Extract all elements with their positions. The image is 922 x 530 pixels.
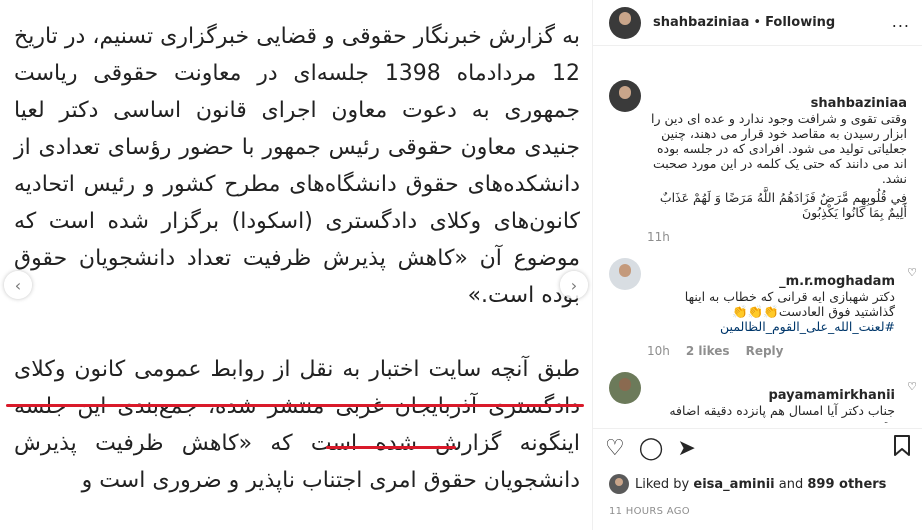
avatar[interactable] [609, 474, 629, 494]
post-timestamp[interactable]: 11 HOURS AGO [609, 506, 690, 517]
comment-meta: 11h [647, 230, 907, 244]
post-sidebar: shahbaziniaa • Following ... shahbazinia… [592, 0, 922, 530]
bookmark-icon[interactable] [893, 435, 911, 462]
comment-body: payamamirkhanii جناب دکتر آیا امسال هم پ… [647, 372, 907, 424]
article-paragraph-2: طبق آنچه سایت اختبار به نقل از روابط عمو… [14, 357, 580, 493]
highlight-underline-2 [326, 446, 456, 449]
separator-dot: • [753, 15, 762, 30]
avatar[interactable] [609, 258, 641, 290]
caption-body: shahbaziniaa وقتی تقوی و شرافت وجود ندار… [647, 80, 907, 186]
chevron-right-icon: › [570, 275, 578, 295]
caption-comment: shahbaziniaa وقتی تقوی و شرافت وجود ندار… [593, 80, 922, 244]
avatar[interactable] [609, 6, 641, 39]
comment-icon[interactable]: ◯ [639, 437, 664, 460]
comment-text: جناب دکتر آیا امسال هم پانزده دقیقه اضاف… [669, 403, 895, 424]
reply-button[interactable]: Reply [746, 344, 784, 358]
comment-meta: 10h 2 likes Reply [647, 344, 907, 358]
likes-prefix: Liked by [635, 476, 690, 492]
heart-icon[interactable]: ♡ [605, 437, 625, 460]
caption-text: وقتی تقوی و شرافت وجود ندارد و عده ای دی… [651, 111, 907, 186]
likes-summary: Liked by eisa_aminii and 899 others [609, 474, 886, 494]
likes-middle: and [778, 476, 804, 492]
avatar[interactable] [609, 80, 641, 112]
liked-by-user[interactable]: eisa_aminii [693, 477, 774, 492]
comment-like-heart-icon[interactable]: ♡ [907, 266, 917, 279]
comment-time[interactable]: 10h [647, 344, 670, 358]
carousel-next-button[interactable]: › [560, 271, 588, 299]
article-text: به گزارش خبرنگار حقوقی و قضایی خبرگزاری … [14, 18, 580, 499]
likes-others-link[interactable]: 899 others [807, 477, 886, 492]
bookmark-shape [894, 435, 910, 456]
comment-text: دکتر شهبازی ایه قرانی که خطاب به اینها گ… [684, 289, 895, 319]
article-paragraph-1: به گزارش خبرنگار حقوقی و قضایی خبرگزاری … [14, 24, 580, 308]
comment-item: payamamirkhanii جناب دکتر آیا امسال هم پ… [593, 372, 922, 424]
carousel-prev-button[interactable]: ‹ [4, 271, 32, 299]
comment-likes[interactable]: 2 likes [686, 344, 730, 358]
comment-username[interactable]: payamamirkhanii [769, 388, 896, 403]
post-header: shahbaziniaa • Following ... [593, 0, 922, 46]
comment-time[interactable]: 11h [647, 230, 670, 244]
comments-list: shahbaziniaa وقتی تقوی و شرافت وجود ندار… [593, 58, 922, 424]
caption-quran-verse: فِي قُلُوبِهِم مَّرَضٌ فَزَادَهُمُ اللَّ… [659, 190, 907, 220]
comment-hashtag[interactable]: #لعنت_الله_علی_القوم_الظالمین [647, 319, 907, 334]
post-actions: ♡ ◯ ➤ [593, 428, 922, 468]
comment-item: m.r.moghadam_ دکتر شهبازی ایه قرانی که خ… [593, 258, 922, 358]
comment-username[interactable]: m.r.moghadam_ [779, 274, 895, 289]
comment-body: m.r.moghadam_ دکتر شهبازی ایه قرانی که خ… [647, 258, 907, 319]
avatar[interactable] [609, 372, 641, 404]
chevron-left-icon: ‹ [14, 275, 22, 295]
following-button[interactable]: Following [765, 15, 835, 30]
post-image: به گزارش خبرنگار حقوقی و قضایی خبرگزاری … [0, 0, 592, 530]
highlight-underline-1 [6, 404, 584, 407]
comment-like-heart-icon[interactable]: ♡ [907, 380, 917, 393]
more-options-icon[interactable]: ... [892, 12, 910, 31]
comment-username[interactable]: shahbaziniaa [811, 96, 907, 111]
author-username[interactable]: shahbaziniaa [653, 15, 749, 30]
share-icon[interactable]: ➤ [677, 437, 695, 460]
